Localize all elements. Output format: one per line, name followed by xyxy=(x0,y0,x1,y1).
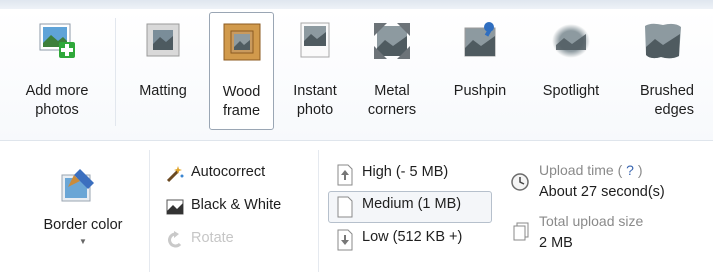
magic-wand-icon xyxy=(166,166,184,183)
border-color-label: Border color xyxy=(43,217,123,233)
size-high-label: High (- 5 MB) xyxy=(362,164,449,180)
matting-icon xyxy=(146,23,180,57)
black-white-icon xyxy=(166,199,184,215)
group-divider xyxy=(318,150,319,272)
frame-pushpin[interactable]: Pushpin xyxy=(442,12,518,130)
border-color-button[interactable]: Border color ▼ xyxy=(24,157,144,267)
total-upload-size-label: Total upload size xyxy=(539,213,644,229)
metal-corners-icon xyxy=(374,23,410,59)
wood-frame-icon xyxy=(223,23,260,61)
page-up-icon xyxy=(337,164,353,186)
frame-label: Pushpin xyxy=(453,83,507,99)
frame-label: Metal corners xyxy=(367,83,417,118)
frame-instant-photo[interactable]: Instant photo xyxy=(284,12,346,130)
pushpin-icon xyxy=(464,22,496,57)
help-link[interactable]: ? xyxy=(626,162,634,178)
frame-label: Brushed edges xyxy=(639,83,694,118)
pages-icon xyxy=(513,222,529,241)
frame-matting[interactable]: Matting xyxy=(128,12,198,130)
upload-time-value: About 27 second(s) xyxy=(539,184,665,200)
add-photos-icon xyxy=(39,23,75,58)
frame-metal-corners[interactable]: Metal corners xyxy=(356,12,428,130)
spotlight-icon xyxy=(552,24,590,58)
rotate-icon xyxy=(168,231,182,248)
instant-photo-icon xyxy=(300,22,330,58)
dropdown-arrow-icon: ▼ xyxy=(79,237,87,246)
rotate-label: Rotate xyxy=(191,230,234,246)
frame-spotlight[interactable]: Spotlight xyxy=(530,12,612,130)
gallery-divider xyxy=(115,18,116,126)
page-down-icon xyxy=(337,229,353,251)
window-top-band xyxy=(0,0,713,9)
add-more-photos-button[interactable]: Add more photos xyxy=(10,12,104,130)
autocorrect-label: Autocorrect xyxy=(191,164,266,180)
total-upload-size-value: 2 MB xyxy=(539,235,573,251)
add-more-photos-label: Add more photos xyxy=(25,83,89,118)
brushed-edges-icon xyxy=(645,23,681,59)
frame-label: Instant photo xyxy=(293,83,337,118)
frame-brushed-edges[interactable]: Brushed edges xyxy=(622,12,704,130)
paint-brush-icon xyxy=(61,169,94,202)
page-icon xyxy=(337,196,353,218)
upload-time-label: Upload time ( ? ) xyxy=(539,162,643,178)
group-divider xyxy=(149,150,150,272)
black-white-label: Black & White xyxy=(191,197,282,213)
size-medium-label: Medium (1 MB) xyxy=(362,196,462,212)
clock-icon xyxy=(511,173,529,191)
frame-label: Spotlight xyxy=(542,83,600,99)
size-low-label: Low (512 KB +) xyxy=(362,229,463,245)
frame-label: Wood frame xyxy=(222,84,261,119)
frame-wood[interactable]: Wood frame xyxy=(209,12,274,130)
frame-label: Matting xyxy=(139,83,187,99)
